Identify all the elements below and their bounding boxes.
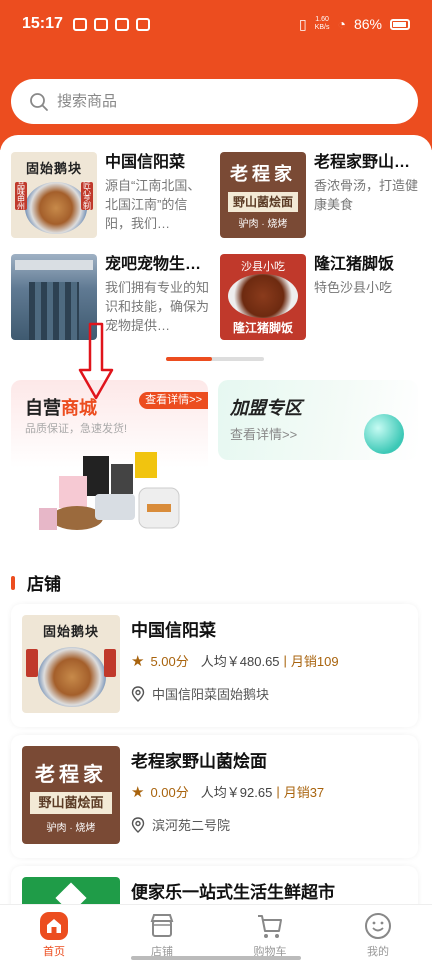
notification-icons [72,17,150,31]
robot-icon [364,414,404,454]
rec-thumb-xinyang: 固始鹅块 品味申州 匠心烹制 [11,152,97,238]
shop-monthly-sales: 月销109 [290,654,339,669]
vibrate-icon: ▯ [298,15,307,32]
rec-title: 隆江猪脚饭 [314,256,395,273]
shop-thumb: 固始鹅块 [22,615,120,713]
promo-franchise-title: 加盟专区 [230,398,302,418]
shop-name: 老程家野山菌烩面 [131,752,267,771]
nav-me[interactable]: 我的 [324,905,432,964]
home-indicator[interactable] [131,956,301,960]
products-illustration [39,452,180,530]
rec-card-laocheng[interactable]: 老程家 野山菌烩面 驴肉 · 烧烤 老程家野山… 香浓骨汤，打造健康美食 [220,152,418,238]
location-pin-icon [131,685,145,702]
carousel-indicator [166,357,264,361]
star-icon: ★ [131,783,145,801]
shop-name: 中国信阳菜 [131,621,216,640]
rec-title: 老程家野山… [314,154,411,171]
battery-text: 86% [353,16,382,32]
carousel-indicator-active [166,357,212,361]
promo-self-mall-sub: 品质保证，急速发货! [25,423,128,435]
shop-meta: ★ 0.00分 人均￥92.65 | 月销37 [131,783,325,801]
smile-icon [365,912,391,939]
shop-card[interactable]: 固始鹅块 中国信阳菜 ★ 5.00分 人均￥480.65 | 月销109 中国信… [11,604,418,727]
promo-franchise-link[interactable]: 查看详情>> [230,424,297,443]
search-input[interactable] [57,93,357,110]
shop-meta: ★ 5.00分 人均￥480.65 | 月销109 [131,652,339,670]
shop-avg-price: 人均￥92.65 [200,785,273,800]
nav-home[interactable]: 首页 [0,905,108,964]
rec-card-longjiang[interactable]: 沙县小吃 隆江猪脚饭 隆江猪脚饭 特色沙县小吃 [220,254,418,340]
search-bar[interactable] [11,79,418,124]
shop-address: 中国信阳菜固始鹅块 [131,684,269,703]
shop-avg-price: 人均￥480.65 [200,654,280,669]
rec-desc: 我们拥有专业的知识和技能，确保为宠物提供… [105,280,209,333]
view-details-button[interactable]: 查看详情>> [139,392,208,409]
shop-name: 便家乐一站式生活生鲜超市 [131,883,335,902]
rec-thumb-longjiang: 沙县小吃 隆江猪脚饭 [220,254,306,340]
shops-section-header: 店铺 [11,570,61,595]
promo-self-mall[interactable]: 自营商城 品质保证，急速发货! 查看详情>> [11,380,208,540]
net-speed: 1.60 KB/s [314,16,330,31]
rec-title: 宠吧宠物生… [105,256,202,273]
rec-title: 中国信阳菜 [105,154,186,171]
status-time: 15:17 [22,15,63,32]
search-icon [30,92,48,111]
shops-section-title: 店铺 [27,575,61,594]
star-icon: ★ [131,652,145,670]
wifi-icon: ◔ [337,16,346,32]
shop-thumb: 老程家 野山菌烩面 驴肉 · 烧烤 [22,746,120,844]
shop-card[interactable]: 老程家 野山菌烩面 驴肉 · 烧烤 老程家野山菌烩面 ★ 0.00分 人均￥92… [11,735,418,858]
rec-card-xinyang[interactable]: 固始鹅块 品味申州 匠心烹制 中国信阳菜 源自“江南北国、北国江南”的信阳，我们… [11,152,209,238]
battery-icon [390,18,410,30]
rec-desc: 特色沙县小吃 [314,280,393,295]
home-icon [40,911,68,940]
rec-desc: 香浓骨汤，打造健康美食 [314,178,418,212]
shop-score: 0.00分 [150,785,189,800]
shop-address: 滨河苑二号院 [131,815,230,834]
cart-icon [258,914,282,938]
bottom-nav: 首页 店铺 购物车 我的 [0,904,432,964]
down-arrow-annotation [78,322,114,400]
store-icon [150,913,174,937]
rec-desc: 源自“江南北国、北国江南”的信阳，我们… [105,178,201,231]
location-pin-icon [131,816,145,833]
status-bar: 15:17 ▯ 1.60 KB/s ◔ 86% [0,0,432,48]
rec-thumb-laocheng: 老程家 野山菌烩面 驴肉 · 烧烤 [220,152,306,238]
shop-monthly-sales: 月销37 [283,785,325,800]
shop-score: 5.00分 [150,654,189,669]
promo-franchise[interactable]: 加盟专区 查看详情>> [218,380,418,460]
